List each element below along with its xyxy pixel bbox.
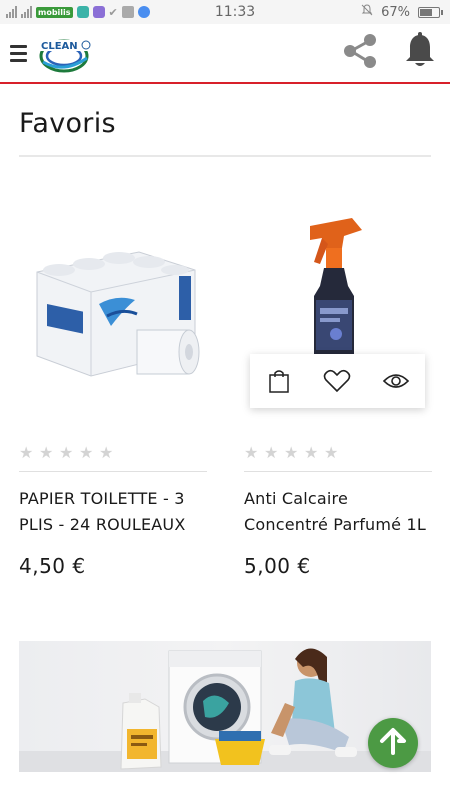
star-icon: ★ — [304, 443, 319, 462]
clock: 11:33 — [214, 4, 256, 20]
scroll-to-top-button[interactable] — [368, 718, 418, 768]
star-icon: ★ — [99, 443, 114, 462]
check-icon: ✔ — [108, 5, 118, 19]
status-bar: mobilis ✔ 11:33 67% — [0, 0, 450, 24]
battery-percent: 67% — [381, 4, 410, 20]
star-icon: ★ — [59, 443, 74, 462]
eye-icon[interactable] — [376, 361, 416, 401]
star-icon: ★ — [284, 443, 299, 462]
battery-icon — [418, 6, 443, 18]
product-price: 5,00 € — [244, 554, 311, 578]
status-right: 67% — [280, 4, 450, 20]
signal-icon — [6, 6, 17, 18]
hamburger-menu-icon[interactable] — [0, 23, 36, 83]
brand-logo[interactable]: CLEAN — [36, 24, 94, 82]
product-card[interactable]: ★ ★ ★ ★ ★ PAPIER TOILETTE - 3 PLIS - 24 ROUL… — [19, 200, 207, 578]
arrow-up-icon — [379, 727, 407, 759]
share-icon[interactable] — [338, 29, 382, 77]
chat-app-icon — [76, 6, 89, 18]
signal-icon — [21, 6, 32, 18]
messenger-icon — [137, 6, 150, 18]
star-icon: ★ — [39, 443, 54, 462]
product-name[interactable]: PAPIER TOILETTE - 3 PLIS - 24 ROULEAUX — [19, 486, 207, 538]
header-actions — [338, 29, 450, 77]
star-icon: ★ — [19, 443, 34, 462]
product-image[interactable] — [19, 200, 207, 405]
product-price: 4,50 € — [19, 554, 86, 578]
bell-icon[interactable] — [402, 31, 438, 75]
rating-stars: ★ ★ ★ ★ ★ — [244, 445, 432, 461]
star-icon: ★ — [79, 443, 94, 462]
shopping-bag-icon[interactable] — [259, 361, 299, 401]
heart-icon[interactable] — [317, 361, 357, 401]
star-icon: ★ — [264, 443, 279, 462]
star-icon: ★ — [244, 443, 259, 462]
status-left: mobilis ✔ — [0, 6, 190, 19]
star-icon: ★ — [324, 443, 339, 462]
app-header: CLEAN — [0, 24, 450, 84]
page-title: Favoris — [19, 108, 116, 139]
rating-stars: ★ ★ ★ ★ ★ — [19, 445, 207, 461]
divider — [19, 471, 207, 472]
app-notification-icon — [92, 6, 105, 18]
divider — [19, 155, 431, 157]
divider — [244, 471, 432, 472]
product-name[interactable]: Anti Calcaire Concentré Parfumé 1L — [244, 486, 432, 538]
download-icon — [121, 6, 134, 18]
mute-bell-icon — [361, 4, 373, 20]
product-image[interactable] — [244, 200, 432, 408]
product-actions — [250, 354, 425, 408]
product-card[interactable]: ★ ★ ★ ★ ★ Anti Calcaire Concentré Parfumé 1L… — [244, 200, 432, 578]
logo-text: CLEAN — [41, 41, 78, 52]
carrier-badge: mobilis — [36, 6, 73, 18]
